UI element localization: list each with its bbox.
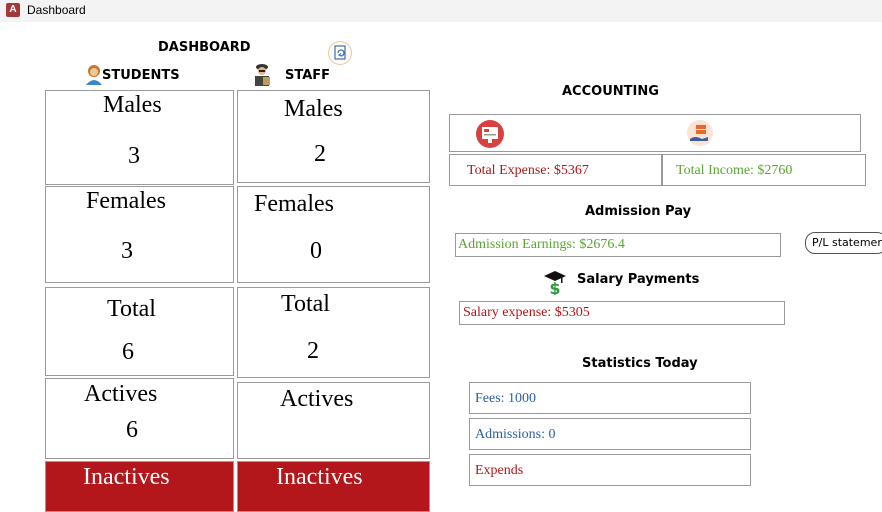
salary-payments-heading: Salary Payments [577,272,700,287]
admission-pay-heading: Admission Pay [585,204,692,219]
fees-field: Fees: 1000 [469,382,751,414]
total-expense-field: Total Expense: $5367 [449,154,662,186]
admission-earnings-field: Admission Earnings: $2676.4 [455,233,781,257]
students-males-value: 3 [128,143,140,169]
students-inactives-card[interactable]: Inactives [45,461,234,512]
students-total-label: Total [107,296,156,322]
title-bar [0,0,882,22]
students-inactives-label: Inactives [83,464,170,490]
staff-females-label: Females [254,191,334,217]
income-hand-icon[interactable] [686,119,714,147]
student-icon [84,63,104,85]
staff-females-card: Females 0 [237,186,430,283]
window-title: Dashboard [27,3,86,17]
staff-inactives-card[interactable]: Inactives [237,461,430,512]
statistics-today-heading: Statistics Today [582,356,698,371]
accounting-icons-panel [449,114,861,152]
students-actives-card: Actives 6 [45,378,234,459]
salary-expense-field: Salary expense: $5305 [459,301,785,325]
staff-heading: STAFF [285,68,331,83]
svg-text:$: $ [549,279,560,295]
students-heading: STUDENTS [102,68,180,83]
accounting-heading: ACCOUNTING [562,84,659,99]
students-males-card: Males 3 [45,90,234,185]
students-females-card: Females 3 [45,186,234,283]
total-income-field: Total Income: $2760 [662,154,866,186]
staff-females-value: 0 [310,238,322,264]
dashboard-title: DASHBOARD [158,40,251,55]
pl-statement-button[interactable]: P/L statement [805,232,882,254]
staff-inactives-label: Inactives [276,464,363,490]
access-app-icon: A [6,3,20,17]
expense-report-icon[interactable] [475,119,505,149]
refresh-icon[interactable] [328,41,352,65]
staff-males-value: 2 [314,141,326,167]
expends-field: Expends [469,454,751,486]
students-total-value: 6 [122,339,134,365]
students-females-label: Females [86,188,166,214]
students-females-value: 3 [121,238,133,264]
students-total-card: Total 6 [45,287,234,376]
admissions-field: Admissions: 0 [469,418,751,450]
students-actives-label: Actives [84,381,158,407]
staff-total-label: Total [281,291,330,317]
staff-actives-label: Actives [280,386,354,412]
staff-actives-card: Actives [237,382,430,459]
staff-total-value: 2 [307,338,319,364]
staff-total-card: Total 2 [237,287,430,378]
staff-males-label: Males [284,96,343,122]
salary-dollar-icon: $ [541,267,569,298]
staff-icon [250,62,274,86]
students-actives-value: 6 [126,417,138,443]
students-males-label: Males [103,92,162,118]
staff-males-card: Males 2 [237,90,430,183]
